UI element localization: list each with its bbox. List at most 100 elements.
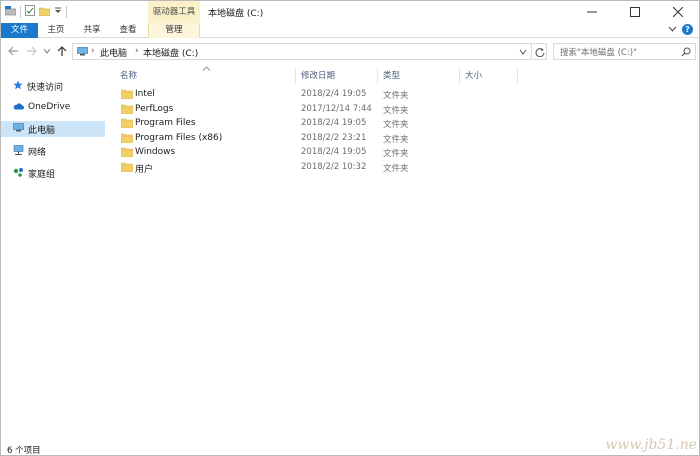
properties-icon[interactable] [25,5,35,19]
column-divider[interactable] [377,68,378,84]
folder-icon [120,89,134,102]
file-name: Program Files (x86) [135,132,223,143]
file-name: Program Files [135,118,196,129]
nav-item-this-pc[interactable]: 此电脑 [1,121,105,137]
ribbon-tabs: 文件 主页 共享 查看 管理 ? [1,23,699,38]
navigation-pane: 快速访问 OneDrive 此电脑 网络 家庭组 [1,67,109,441]
breadcrumb-this-pc[interactable]: 此电脑 [100,46,127,59]
homegroup-icon [13,167,24,180]
folder-icon [120,104,134,117]
column-divider[interactable] [459,68,460,84]
network-icon [13,144,24,158]
watermark-text: www.jb51.ne [605,437,697,453]
file-name: PerfLogs [135,103,174,114]
back-arrow-icon [7,46,18,56]
close-icon [672,7,683,17]
file-name: Windows [135,147,176,158]
folder-icon [120,133,134,146]
file-row[interactable]: 用户 2018/2/2 10:32 文件夹 [117,161,417,175]
file-row[interactable]: Program Files 2018/2/4 19:05 文件夹 [117,117,417,131]
close-button[interactable] [656,1,699,23]
tab-file[interactable]: 文件 [1,23,38,38]
search-box[interactable]: 搜索"本地磁盘 (C:)" [553,43,696,60]
file-type: 文件夹 [383,164,409,174]
window-title: 本地磁盘 (C:) [208,9,264,19]
help-icon[interactable]: ? [682,24,693,35]
column-header-date[interactable]: 修改日期 [301,69,335,85]
file-list: 名称 修改日期 类型 大小 Intel 2018/2/4 19:05 文件夹 Perf… [113,63,699,441]
file-date: 2018/2/4 19:05 [301,147,367,158]
address-bar[interactable]: › 此电脑 › 本地磁盘 (C:) [72,43,532,60]
nav-item-label: 家庭组 [28,169,56,180]
quick-access-toolbar [4,5,67,19]
nav-item-label: OneDrive [28,102,71,112]
file-row[interactable]: Windows 2018/2/4 19:05 文件夹 [117,146,417,160]
file-type: 文件夹 [383,120,409,131]
file-date: 2018/2/2 23:21 [301,132,367,143]
minimize-icon [586,11,597,13]
file-row[interactable]: PerfLogs 2017/12/14 7:44 文件夹 [117,103,417,117]
back-button[interactable] [7,45,19,57]
file-row[interactable]: Program Files (x86) 2018/2/2 23:21 文件夹 [117,132,417,146]
folder-icon [120,118,134,131]
nav-item-onedrive[interactable]: OneDrive [1,99,105,115]
file-row[interactable]: Intel 2018/2/4 19:05 文件夹 [117,88,417,102]
file-type: 文件夹 [383,91,409,101]
maximize-button[interactable] [613,1,656,23]
search-placeholder: 搜索"本地磁盘 (C:)" [560,48,637,58]
breadcrumb-separator: › [135,46,139,56]
file-date: 2017/12/14 7:44 [301,103,372,114]
computer-icon [13,123,24,135]
folder-icon [120,147,134,160]
window-controls [570,1,699,23]
tab-view[interactable]: 查看 [113,23,143,38]
column-header-type[interactable]: 类型 [383,69,400,85]
status-bar: 6 个项目 www.jb51.ne [1,437,699,456]
nav-item-homegroup[interactable]: 家庭组 [1,165,105,181]
nav-item-network[interactable]: 网络 [1,143,105,159]
file-type: 文件夹 [383,105,409,116]
folder-icon [120,162,134,175]
star-icon [13,80,23,93]
tab-share[interactable]: 共享 [77,23,107,38]
forward-button[interactable] [25,45,37,57]
column-divider[interactable] [517,68,518,84]
recent-locations-button[interactable] [41,45,53,57]
file-date: 2018/2/4 19:05 [301,89,367,99]
title-bar: 驱动器工具 本地磁盘 (C:) [1,1,699,23]
cloud-icon [13,102,24,113]
refresh-button[interactable] [533,43,547,60]
nav-item-quick-access[interactable]: 快速访问 [1,78,105,94]
item-count: 6 个项目 [7,446,41,456]
file-type: 文件夹 [383,149,409,160]
file-date: 2018/2/2 10:32 [301,162,367,172]
nav-item-label: 快速访问 [27,82,64,93]
minimize-button[interactable] [570,1,613,23]
forward-arrow-icon [26,46,37,56]
maximize-icon [629,7,640,17]
file-date: 2018/2/4 19:05 [301,118,367,129]
nav-item-label: 此电脑 [28,125,56,136]
breadcrumb-local-disk[interactable]: 本地磁盘 (C:) [143,46,198,59]
search-icon [681,47,691,60]
up-arrow-icon [57,45,67,56]
column-header-name[interactable]: 名称 [120,69,137,85]
address-toolbar: › 此电脑 › 本地磁盘 (C:) 搜索"本地磁盘 (C:)" [1,40,699,64]
tab-home[interactable]: 主页 [41,23,71,38]
file-name: Intel [135,89,155,99]
explorer-window: 驱动器工具 本地磁盘 (C:) 文件 主页 共享 查看 管理 ? › 此电脑 ›… [0,0,700,456]
up-button[interactable] [56,45,68,57]
sort-ascending-icon [202,64,211,74]
tab-manage[interactable]: 管理 [148,23,200,38]
column-header-size[interactable]: 大小 [465,69,482,85]
new-folder-icon[interactable] [38,6,51,19]
address-dropdown-icon[interactable] [519,48,527,59]
column-divider[interactable] [295,68,296,84]
nav-item-label: 网络 [28,147,47,158]
expand-ribbon-icon[interactable] [668,25,677,36]
drive-tools-header: 驱动器工具 [148,1,200,23]
customize-qat-icon[interactable] [54,7,62,18]
refresh-icon [535,47,544,57]
breadcrumb-separator: › [91,46,95,56]
file-name: 用户 [135,165,154,175]
